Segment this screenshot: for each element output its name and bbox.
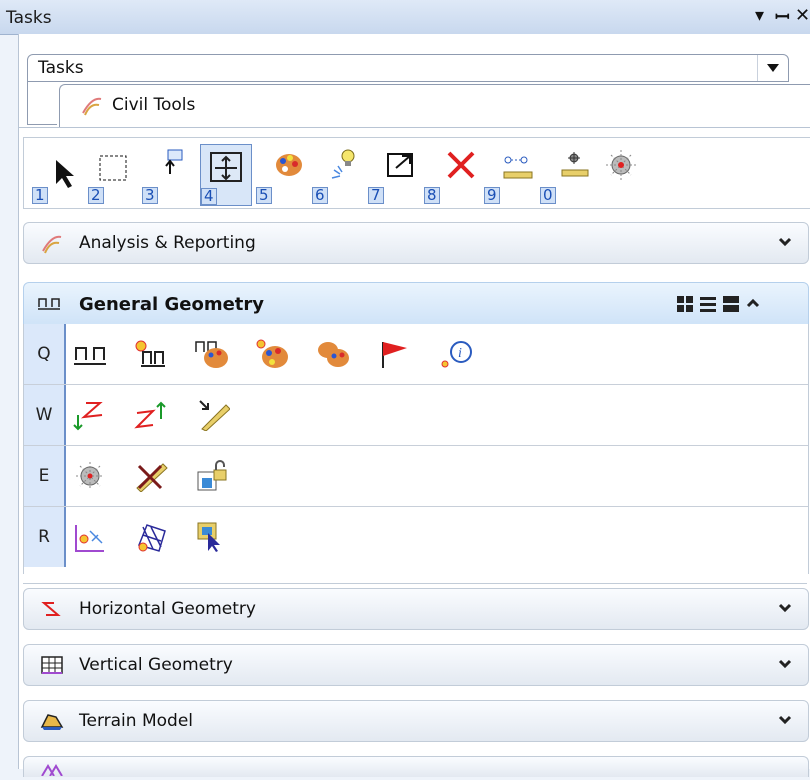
section-analysis-reporting[interactable]: Analysis & Reporting [23,222,809,264]
section-next-partial[interactable] [23,756,809,777]
civil-tools-item[interactable]: Civil Tools [59,84,810,127]
section-horizontal-geometry[interactable]: Horizontal Geometry [23,588,809,630]
section-label: Analysis & Reporting [79,233,256,253]
section-label: Terrain Model [79,711,193,731]
tool-row-q: Q i [24,324,808,385]
ruler-delete-icon[interactable] [133,460,169,496]
chevron-up-icon[interactable] [746,295,760,314]
select-element-icon[interactable] [72,521,108,557]
select-box-icon [98,154,130,188]
ruler-icon[interactable] [194,399,231,435]
tool-export-button[interactable]: 7 [368,144,418,204]
tool-delete-button[interactable]: 8 [424,144,476,204]
general-geometry-tools: Q i W E R [23,324,809,574]
section-partial-icon [40,761,64,780]
chevron-down-icon[interactable] [778,234,792,253]
target-icon [604,148,638,186]
tree-line [27,81,28,125]
section-label: General Geometry [79,294,264,315]
pin-icon[interactable]: ꟷ [775,5,790,29]
vertical-geometry-icon [40,655,64,679]
balance-palette-icon[interactable] [194,338,230,374]
row-key: W [24,385,66,445]
tool-measure-point-button[interactable]: 0 [540,144,590,204]
pointer-select-icon[interactable] [194,521,230,557]
row-key: R [24,507,66,567]
tasks-dropdown[interactable]: Tasks [27,54,789,82]
measure-icon [502,154,534,188]
row-key: E [24,446,66,506]
tool-bulb-button[interactable]: 6 [312,144,362,204]
mesh-icon[interactable] [133,521,169,557]
row-key: Q [24,324,66,384]
lock-icon[interactable] [194,460,230,496]
list-view-icon[interactable] [699,295,717,317]
grid-view-icon[interactable] [676,295,694,317]
tool-target-button[interactable] [598,144,648,204]
measure-point-icon [558,150,590,186]
civil-tools-icon [80,95,104,121]
horizontal-alignment-down-icon[interactable] [72,399,108,435]
tool-fit-view-button[interactable]: 4 [200,144,252,206]
horizontal-alignment-up-icon[interactable] [133,399,169,435]
horizontal-geometry-icon [40,599,64,623]
civil-tools-label: Civil Tools [112,95,196,115]
section-vertical-geometry[interactable]: Vertical Geometry [23,644,809,686]
analysis-icon [40,233,64,259]
detail-view-icon[interactable] [722,295,740,317]
fit-view-icon [209,151,243,189]
palette-star-icon[interactable] [255,338,291,374]
divider [19,127,810,128]
tasks-dropdown-value: Tasks [38,58,84,78]
svg-text:i: i [458,346,462,361]
tool-select-box-button[interactable]: 2 [88,144,138,204]
balance-icon[interactable] [72,338,108,374]
section-general-geometry[interactable]: General Geometry [23,282,809,326]
chevron-down-icon[interactable] [778,600,792,619]
tool-measure-button[interactable]: 9 [484,144,534,204]
tool-row-e: E [24,446,808,507]
export-icon [386,150,418,184]
chevron-down-icon[interactable] [757,55,788,81]
tool-row-w: W [24,385,808,446]
balance-star-icon[interactable] [133,338,169,374]
section-label: Vertical Geometry [79,655,233,675]
tool-insert-button[interactable]: 3 [142,144,192,204]
tool-palette-button[interactable]: 5 [256,144,306,204]
tool-row-r: R [24,507,808,567]
bulb-icon [330,146,360,186]
general-geometry-icon [36,293,62,317]
tree-line [27,124,57,125]
flag-icon[interactable] [377,338,413,374]
close-icon[interactable]: ✕ [795,5,810,26]
toolbar: 1 2 3 4 5 6 7 8 9 0 [23,137,810,209]
section-label: Horizontal Geometry [79,599,256,619]
chevron-down-icon[interactable] [778,712,792,731]
tasks-titlebar: Tasks ▾ ꟷ ✕ [0,0,810,35]
info-icon[interactable]: i [439,338,475,374]
chevron-down-icon[interactable] [778,656,792,675]
dropdown-arrow-icon[interactable]: ▾ [755,5,764,26]
palette-icon [274,150,304,184]
insert-icon [160,148,186,182]
palette-double-icon[interactable] [316,338,352,374]
section-terrain-model[interactable]: Terrain Model [23,700,809,742]
tool-select-button[interactable]: 1 [32,144,82,204]
delete-icon [446,150,476,184]
window-title: Tasks [6,8,52,28]
divider [23,575,807,584]
tasks-panel: Tasks Civil Tools 1 2 3 4 5 6 7 8 9 0 An… [18,34,810,777]
select-arrow-icon [54,158,76,192]
target-point-icon[interactable] [72,460,108,496]
terrain-model-icon [40,711,64,735]
